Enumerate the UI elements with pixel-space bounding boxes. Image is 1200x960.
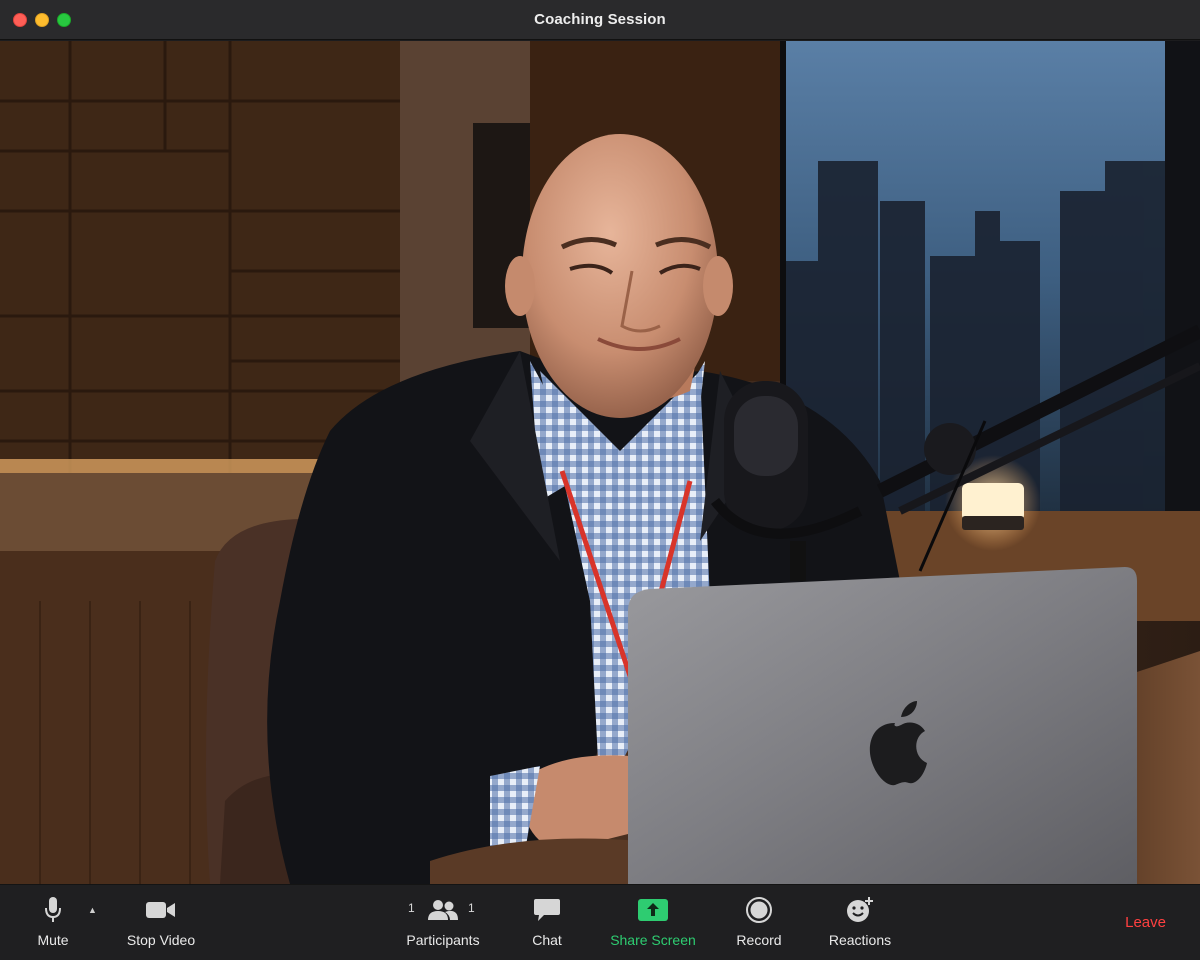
mute-label: Mute — [37, 932, 69, 948]
stop-video-button[interactable]: Stop Video — [120, 895, 202, 953]
share-screen-label: Share Screen — [610, 932, 696, 948]
mute-button[interactable]: Mute — [30, 895, 76, 953]
chat-bubble-icon — [533, 895, 561, 925]
video-feed — [0, 41, 1200, 884]
share-screen-button[interactable]: Share Screen — [608, 895, 698, 953]
window-title: Coaching Session — [534, 11, 666, 28]
participants-label: Participants — [406, 932, 480, 948]
video-camera-icon — [145, 895, 177, 925]
meeting-toolbar: Mute ▲ Stop Video 1 Participants 1 Chat … — [0, 884, 1200, 960]
chat-button[interactable]: Chat — [526, 895, 568, 953]
stop-video-label: Stop Video — [126, 932, 196, 948]
leave-button[interactable]: Leave — [1125, 914, 1166, 931]
participant-video-image — [0, 41, 1200, 884]
participants-count-right: 1 — [468, 901, 475, 915]
record-label: Record — [736, 932, 782, 948]
share-screen-icon — [637, 895, 669, 925]
audio-options-chevron-up-icon[interactable]: ▲ — [88, 905, 97, 915]
title-bar: Coaching Session — [0, 0, 1200, 40]
participants-icon — [427, 895, 459, 925]
record-button[interactable]: Record — [734, 895, 784, 953]
reactions-label: Reactions — [828, 932, 892, 948]
record-icon — [745, 895, 773, 925]
smiley-icon — [845, 895, 875, 925]
chat-label: Chat — [532, 932, 562, 948]
reactions-button[interactable]: Reactions — [824, 895, 896, 953]
microphone-icon — [43, 895, 63, 925]
